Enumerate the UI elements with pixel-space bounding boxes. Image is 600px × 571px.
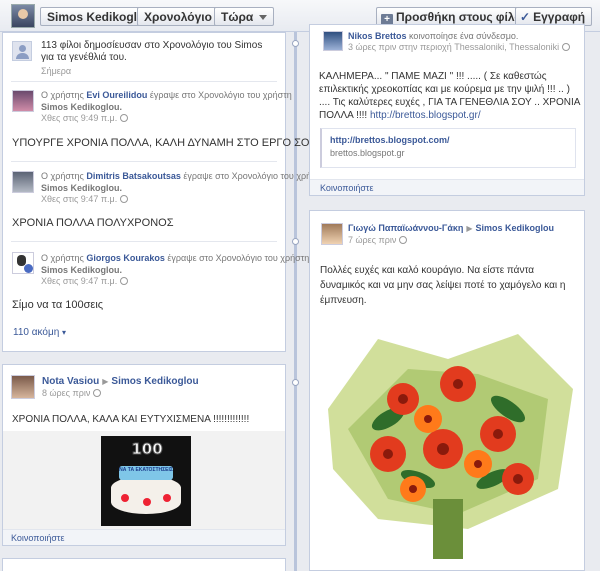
author-link[interactable]: Nikos Brettos xyxy=(348,31,407,41)
post-time[interactable]: 7 ώρες πριν xyxy=(348,235,408,245)
post-mid: έγραψε στο Χρονολόγιο του χρήστη xyxy=(149,90,292,100)
post-message: ΧΡΟΝΙΑ ΠΟΛΛΑ ΠΟΛΥΧΡΟΝΟΣ xyxy=(12,217,174,229)
divider xyxy=(11,241,277,242)
post-action: κοινοποίησε ένα σύνδεσμο. xyxy=(409,31,519,41)
share-link[interactable]: Κοινοποιήστε xyxy=(3,529,285,545)
flower-bouquet-photo[interactable] xyxy=(318,329,580,569)
globe-icon xyxy=(399,236,408,244)
target-link[interactable]: Simos Kedikoglou xyxy=(476,223,555,233)
post-time-label: 7 ώρες πριν xyxy=(348,235,397,245)
post-message: ΧΡΟΝΙΑ ΠΟΛΛΑ, ΚΑΛΑ ΚΑΙ ΕΥΤΥΧΙΣΜΕΝΑ !!!!!… xyxy=(12,414,250,425)
subscribe-label: Εγγραφή xyxy=(533,10,586,24)
next-post-panel xyxy=(2,558,286,571)
globe-icon xyxy=(120,114,129,122)
globe-icon xyxy=(120,277,129,285)
post-time[interactable]: 3 ώρες πριν στην περιοχή Thessaloniki, T… xyxy=(348,42,571,52)
post-message: ΚΑΛΗΜΕΡΑ... " ΠΑΜΕ ΜΑΖΙ " !!! ..... ( Σε… xyxy=(319,70,581,122)
avatar[interactable] xyxy=(12,252,34,274)
profile-avatar[interactable] xyxy=(11,4,35,28)
target-link[interactable]: Simos Kedikoglou. xyxy=(41,182,122,194)
target-link[interactable]: Simos Kedikoglou. xyxy=(41,101,122,113)
post-time[interactable]: 8 ώρες πριν xyxy=(42,388,102,398)
post-time-label: Χθες στις 9:49 π.μ. xyxy=(41,113,118,123)
timeline-spine xyxy=(294,32,297,571)
arrow-right-icon: ▶ xyxy=(102,377,109,386)
chevron-down-icon xyxy=(259,15,268,21)
post-prefix: Ο χρήστης xyxy=(41,90,84,100)
divider xyxy=(11,81,277,82)
author-link[interactable]: Giorgos Kourakos xyxy=(86,253,165,263)
link-preview-card[interactable]: http://brettos.blogspot.com/ brettos.blo… xyxy=(320,128,576,168)
share-link[interactable]: Κοινοποιήστε xyxy=(310,179,584,195)
friends-icon xyxy=(12,41,32,61)
post-header: Ο χρήστης Dimitris Batsakoutsas έγραψε σ… xyxy=(41,170,325,182)
chevron-down-icon: ▾ xyxy=(62,328,67,337)
checkmark-icon: ✓ xyxy=(520,10,531,24)
summary-time[interactable]: Σήμερα xyxy=(41,66,71,76)
post-prefix: Ο χρήστης xyxy=(41,171,84,181)
birthday-cake-photo[interactable]: 100 ΝΑ ΤΑ ΕΚΑΤΟΣΤΗΣΕΙΣ xyxy=(101,436,191,526)
now-dropdown-label: Τώρα xyxy=(221,10,254,24)
timeline-dot xyxy=(292,379,299,386)
post-header: Nikos Brettos κοινοποίησε ένα σύνδεσμο. xyxy=(348,30,518,42)
target-link[interactable]: Simos Kedikoglou xyxy=(111,376,198,387)
wall-post-panel: Γιωγώ Παπαϊωάννου-Γάκη ▶ Simos Kedikoglou … xyxy=(309,210,585,571)
shared-link-panel: Nikos Brettos κοινοποίησε ένα σύνδεσμο. … xyxy=(309,24,585,196)
message-link[interactable]: http://brettos.blogspot.gr/ xyxy=(370,110,481,121)
post-prefix: Ο χρήστης xyxy=(41,253,84,263)
more-posts-label: 110 ακόμη xyxy=(13,327,60,338)
post-header: Γιωγώ Παπαϊωάννου-Γάκη ▶ Simos Kedikoglou xyxy=(348,223,554,233)
arrow-right-icon: ▶ xyxy=(466,224,473,233)
author-link[interactable]: Γιωγώ Παπαϊωάννου-Γάκη xyxy=(348,223,463,233)
post-message: Πολλές ευχές και καλό κουράγιο. Να είστε… xyxy=(320,265,566,306)
cake-text: ΝΑ ΤΑ ΕΚΑΤΟΣΤΗΣΕΙΣ xyxy=(119,467,173,473)
timeline-dot xyxy=(292,238,299,245)
card-domain: brettos.blogspot.gr xyxy=(330,148,405,158)
globe-icon xyxy=(562,43,571,51)
post-header: Ο χρήστης Giorgos Kourakos έγραψε στο Χρ… xyxy=(41,252,309,264)
avatar[interactable] xyxy=(12,90,34,112)
post-time[interactable]: Χθες στις 9:47 π.μ. xyxy=(41,276,129,286)
birthday-summary-panel: 113 φίλοι δημοσίευσαν στο Χρονολόγιο του… xyxy=(2,32,326,352)
author-link[interactable]: Dimitris Batsakoutsas xyxy=(86,171,181,181)
card-url[interactable]: http://brettos.blogspot.com/ xyxy=(330,135,450,145)
post-time[interactable]: Χθες στις 9:47 π.μ. xyxy=(41,194,129,204)
post-time-label: 8 ώρες πριν xyxy=(42,388,91,398)
timeline-dropdown-label: Χρονολόγιο xyxy=(144,10,212,24)
author-link[interactable]: Evi Oureilidou xyxy=(86,90,147,100)
cake-number: 100 xyxy=(131,440,163,459)
target-link[interactable]: Simos Kedikoglou. xyxy=(41,264,122,276)
divider xyxy=(11,161,277,162)
post-time-label: Χθες στις 9:47 π.μ. xyxy=(41,276,118,286)
author-link[interactable]: Nota Vasiou xyxy=(42,376,99,387)
post-mid: έγραψε στο Χρονολόγιο του χρήστη xyxy=(167,253,310,263)
post-time[interactable]: Χθες στις 9:49 π.μ. xyxy=(41,113,129,123)
post-message: ΥΠΟΥΡΓΕ ΧΡΟΝΙΑ ΠΟΛΛΑ, ΚΑΛΗ ΔΥΝΑΜΗ ΣΤΟ ΕΡ… xyxy=(12,137,326,149)
post-message: Σίμο να τα 100σεις xyxy=(12,299,104,311)
wall-post-panel: Nota Vasiou ▶ Simos Kedikoglou 8 ώρες πριν… xyxy=(2,364,286,546)
more-posts-link[interactable]: 110 ακόμη ▾ xyxy=(13,327,66,338)
timeline-dot xyxy=(292,40,299,47)
globe-icon xyxy=(120,195,129,203)
post-mid: έγραψε στο Χρονολόγιο του χρήστη xyxy=(183,171,326,181)
post-time-label: 3 ώρες πριν στην περιοχή Thessaloniki, T… xyxy=(348,42,560,52)
post-header: Nota Vasiou ▶ Simos Kedikoglou xyxy=(42,376,199,387)
avatar[interactable] xyxy=(321,223,343,245)
post-header: Ο χρήστης Evi Oureilidou έγραψε στο Χρον… xyxy=(41,89,292,101)
globe-icon xyxy=(93,389,102,397)
summary-text: 113 φίλοι δημοσίευσαν στο Χρονολόγιο του… xyxy=(41,40,263,63)
now-dropdown[interactable]: Τώρα xyxy=(214,7,275,26)
post-time-label: Χθες στις 9:47 π.μ. xyxy=(41,194,118,204)
avatar[interactable] xyxy=(11,375,35,399)
avatar[interactable] xyxy=(323,31,343,51)
avatar[interactable] xyxy=(12,171,34,193)
